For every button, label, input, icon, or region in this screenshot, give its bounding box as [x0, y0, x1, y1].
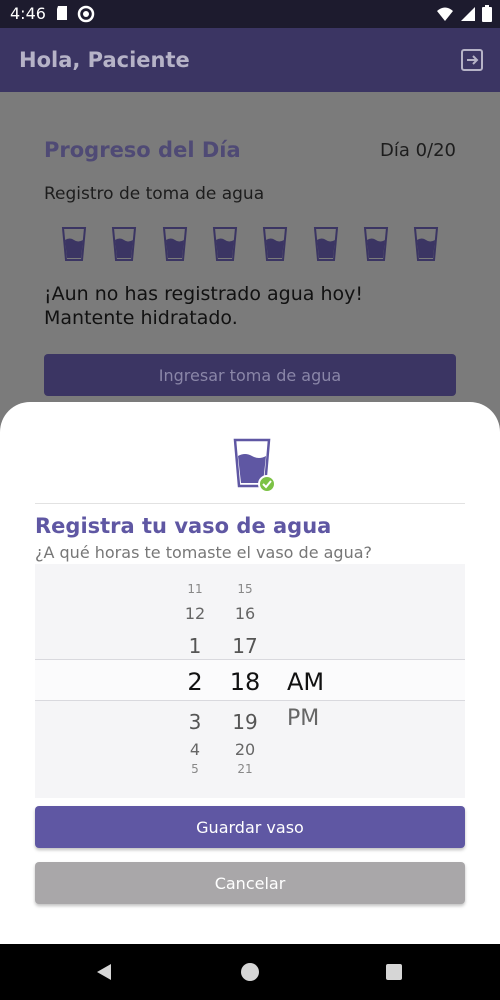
wifi-icon	[436, 6, 454, 26]
hydration-message-line1: ¡Aun no has registrado agua hoy!	[44, 283, 363, 305]
period-option[interactable]: AM	[287, 668, 324, 696]
battery-icon	[482, 5, 492, 26]
minute-option[interactable]: 16	[220, 604, 270, 623]
status-bar: 4:46	[0, 0, 500, 28]
water-glass-icon	[111, 226, 137, 262]
register-water-button[interactable]: Ingresar toma de agua	[44, 354, 456, 396]
period-option[interactable]: PM	[287, 706, 319, 731]
cancel-button[interactable]: Cancelar	[35, 862, 465, 904]
minute-option[interactable]: 17	[220, 634, 270, 658]
app-bar: Hola, Paciente	[0, 28, 500, 92]
hydration-message: ¡Aun no has registrado agua hoy! Mantent…	[44, 282, 424, 330]
minute-option[interactable]: 20	[220, 740, 270, 759]
hour-option[interactable]: 12	[170, 604, 220, 623]
no-disturb-icon	[77, 5, 95, 27]
sd-card-icon	[55, 5, 69, 27]
water-glass-icon	[212, 226, 238, 262]
hydration-message-line2: Mantente hidratado.	[44, 307, 238, 329]
sheet-divider	[35, 503, 465, 504]
system-nav-bar	[0, 944, 500, 1000]
save-glass-button[interactable]: Guardar vaso	[35, 806, 465, 848]
minute-option[interactable]: 15	[220, 582, 270, 596]
progress-title: Progreso del Día	[44, 138, 241, 162]
signal-icon	[460, 6, 476, 26]
sheet-question: ¿A qué horas te tomaste el vaso de agua?	[35, 543, 373, 562]
register-glass-sheet: Registra tu vaso de agua ¿A qué horas te…	[0, 402, 500, 944]
water-log-subtitle: Registro de toma de agua	[44, 184, 265, 204]
hour-option[interactable]: 11	[170, 582, 220, 596]
sheet-title: Registra tu vaso de agua	[35, 514, 332, 538]
water-glass-icon	[313, 226, 339, 262]
minute-option[interactable]: 19	[220, 710, 270, 734]
glass-check-icon	[231, 438, 279, 498]
app-title: Hola, Paciente	[19, 48, 190, 72]
home-icon[interactable]	[241, 963, 259, 981]
hour-option[interactable]: 1	[170, 634, 220, 658]
water-glass-icon	[262, 226, 288, 262]
recents-icon[interactable]	[386, 964, 402, 980]
logout-icon[interactable]	[460, 48, 484, 76]
minute-option[interactable]: 21	[220, 762, 270, 776]
water-glass-icon	[61, 226, 87, 262]
day-counter: Día 0/20	[379, 140, 456, 161]
water-glasses-row	[61, 226, 443, 264]
water-glass-icon	[363, 226, 389, 262]
hour-option[interactable]: 4	[170, 740, 220, 759]
water-glass-icon	[162, 226, 188, 262]
back-icon[interactable]	[95, 963, 113, 985]
minute-option[interactable]: 18	[220, 668, 270, 696]
hour-option[interactable]: 5	[170, 762, 220, 776]
water-glass-icon	[413, 226, 439, 262]
hour-option[interactable]: 3	[170, 710, 220, 734]
hour-option[interactable]: 2	[170, 668, 220, 696]
status-time: 4:46	[10, 4, 46, 23]
time-picker[interactable]: 11 12 1 2 3 4 5 15 16 17 18 19 20 21 AM PM	[35, 564, 465, 798]
